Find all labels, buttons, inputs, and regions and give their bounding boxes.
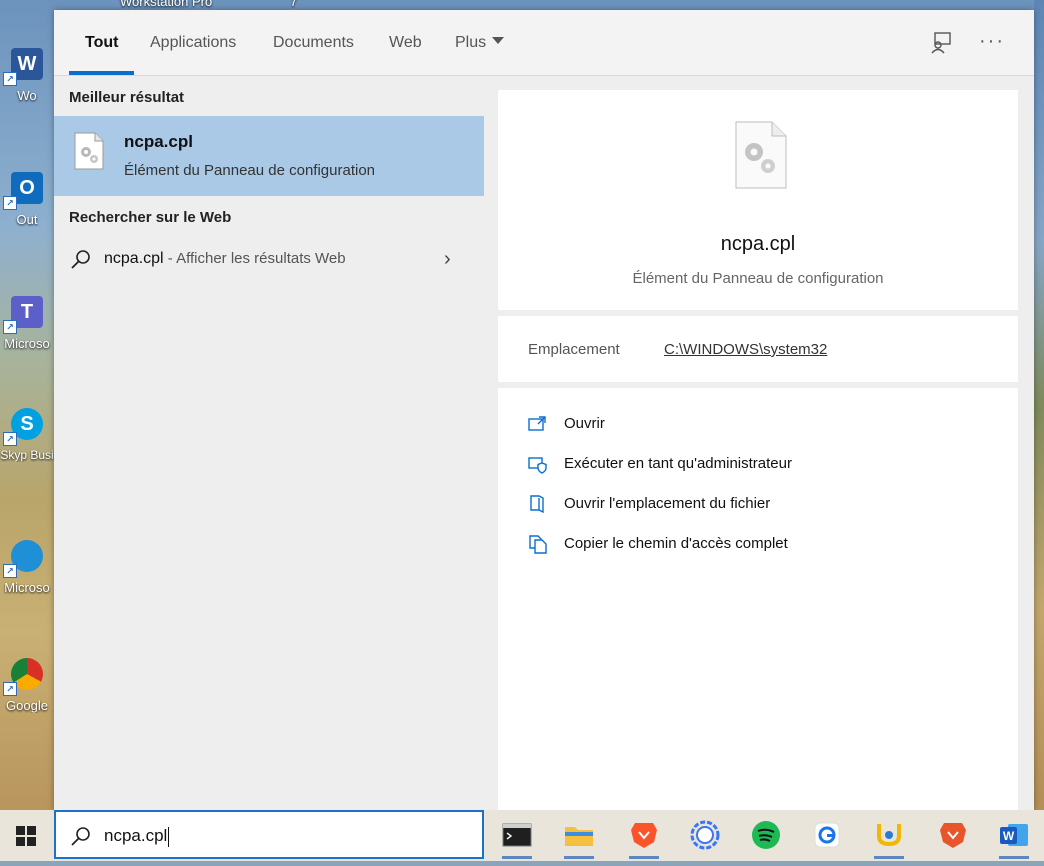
action-open-file-location[interactable]: Ouvrir l'emplacement du fichier xyxy=(528,490,988,522)
location-link[interactable]: C:\WINDOWS\system32 xyxy=(664,341,827,358)
search-tabs: Tout Applications Documents Web Plus ··· xyxy=(54,10,1034,76)
desktop-icon-skype[interactable]: S ↗ Skyp Busi xyxy=(0,408,54,462)
brave-beta-icon xyxy=(940,823,966,848)
desktop-icon-label: Microso xyxy=(4,580,50,595)
copy-path-icon xyxy=(529,535,547,554)
action-label: Ouvrir l'emplacement du fichier xyxy=(564,495,771,512)
desktop-label-top-2: 7 xyxy=(290,0,298,9)
desktop-edge xyxy=(1034,0,1044,810)
preview-pane: ncpa.cpl Élément du Panneau de configura… xyxy=(484,76,1034,810)
location-label: Emplacement xyxy=(528,341,620,358)
taskbar-app-brave-beta[interactable] xyxy=(936,818,970,852)
preview-header-card: ncpa.cpl Élément du Panneau de configura… xyxy=(498,90,1018,310)
desktop-icon-chrome[interactable]: ↗ Google xyxy=(0,658,54,713)
more-icon: ··· xyxy=(979,30,1005,52)
best-match-title: Meilleur résultat xyxy=(69,89,185,106)
control-panel-file-icon xyxy=(735,121,787,189)
action-label: Ouvrir xyxy=(564,415,605,432)
action-run-as-admin[interactable]: Exécuter en tant qu'administrateur xyxy=(528,450,988,482)
terminal-icon xyxy=(502,823,532,847)
search-panel: Tout Applications Documents Web Plus ···… xyxy=(54,10,1034,810)
desktop-icon-label: Out xyxy=(16,212,38,227)
desktop-icon-outlook[interactable]: O ↗ Out xyxy=(0,172,54,227)
web-search-result[interactable]: ncpa.cpl - Afficher les résultats Web › xyxy=(54,240,484,280)
search-icon xyxy=(71,827,90,846)
results-list: Meilleur résultat ncpa.cpl Élément du Pa… xyxy=(54,76,484,810)
word-icon: W ↗ xyxy=(3,48,43,86)
desktop-icon-label: Microso xyxy=(4,336,50,351)
taskbar-app-signal[interactable] xyxy=(688,818,722,852)
desktop-label-top: Workstation Pro xyxy=(120,0,213,9)
tab-documents[interactable]: Documents xyxy=(273,10,354,75)
spotify-icon xyxy=(752,821,780,849)
action-label: Copier le chemin d'accès complet xyxy=(564,535,788,552)
outlook-icon: O ↗ xyxy=(3,172,43,210)
taskbar-app-spotify[interactable] xyxy=(749,818,783,852)
web-search-text: ncpa.cpl - Afficher les résultats Web xyxy=(104,250,346,267)
brave-icon xyxy=(631,823,657,848)
chevron-down-icon xyxy=(492,37,505,45)
feedback-icon xyxy=(931,32,951,54)
action-open[interactable]: Ouvrir xyxy=(528,410,988,442)
best-match-name: ncpa.cpl xyxy=(124,132,193,151)
taskbar-app-remote[interactable] xyxy=(810,818,844,852)
desktop-icon-word[interactable]: W ↗ Wo xyxy=(0,48,54,103)
open-icon xyxy=(528,416,546,431)
edge-icon: ↗ xyxy=(3,540,43,578)
best-match-description: Élément du Panneau de configuration xyxy=(124,162,376,179)
chevron-right-icon: › xyxy=(444,248,451,270)
taskbar-app-file-explorer[interactable] xyxy=(562,818,596,859)
taskbar: ncpa.cpl W xyxy=(0,810,1044,861)
action-copy-full-path[interactable]: Copier le chemin d'accès complet xyxy=(528,530,988,562)
taskbar-app-word[interactable]: W xyxy=(997,818,1031,859)
tab-tout[interactable]: Tout xyxy=(68,10,136,75)
taskbar-app-brave[interactable] xyxy=(627,818,661,859)
remote-app-icon xyxy=(814,822,840,848)
folder-location-icon xyxy=(530,495,544,514)
tab-plus[interactable]: Plus xyxy=(455,10,505,75)
best-match-result[interactable]: ncpa.cpl Élément du Panneau de configura… xyxy=(54,116,484,196)
teams-icon: T ↗ xyxy=(3,296,43,334)
tab-applications[interactable]: Applications xyxy=(150,10,236,75)
search-icon xyxy=(71,250,90,269)
actions-card: Ouvrir Exécuter en tant qu'administrateu… xyxy=(498,388,1018,810)
taskbar-app-terminal[interactable] xyxy=(500,818,534,859)
chrome-icon: ↗ xyxy=(3,658,43,696)
desktop-icon-label: Google xyxy=(6,698,48,713)
preview-name: ncpa.cpl xyxy=(720,233,796,255)
taskbar-search-input[interactable]: ncpa.cpl xyxy=(54,810,484,859)
desktop-icon-label: Skyp Busi xyxy=(0,448,54,462)
skype-icon: S ↗ xyxy=(3,408,43,446)
signal-icon xyxy=(690,820,720,850)
tab-web[interactable]: Web xyxy=(389,10,422,75)
desktop-icon-label: Wo xyxy=(17,88,37,103)
preview-description: Élément du Panneau de configuration xyxy=(632,270,884,287)
windows-logo-icon xyxy=(16,826,36,846)
desktop-icon-teams[interactable]: T ↗ Microso xyxy=(0,296,54,351)
feedback-button[interactable] xyxy=(928,30,954,56)
folder-icon xyxy=(565,827,593,846)
tool-app-icon xyxy=(877,824,901,847)
word-icon: W xyxy=(1000,824,1028,846)
desktop-icon-edge[interactable]: ↗ Microso xyxy=(0,540,54,595)
location-card: Emplacement C:\WINDOWS\system32 xyxy=(498,316,1018,382)
more-options-button[interactable]: ··· xyxy=(979,30,1005,56)
svg-text:W: W xyxy=(1003,829,1015,843)
web-search-title: Rechercher sur le Web xyxy=(69,209,232,226)
search-query: ncpa.cpl xyxy=(104,826,170,847)
start-button[interactable] xyxy=(0,810,54,861)
shield-admin-icon xyxy=(528,457,547,474)
action-label: Exécuter en tant qu'administrateur xyxy=(564,455,792,472)
taskbar-app-tool[interactable] xyxy=(872,818,906,859)
control-panel-file-icon xyxy=(74,132,104,170)
